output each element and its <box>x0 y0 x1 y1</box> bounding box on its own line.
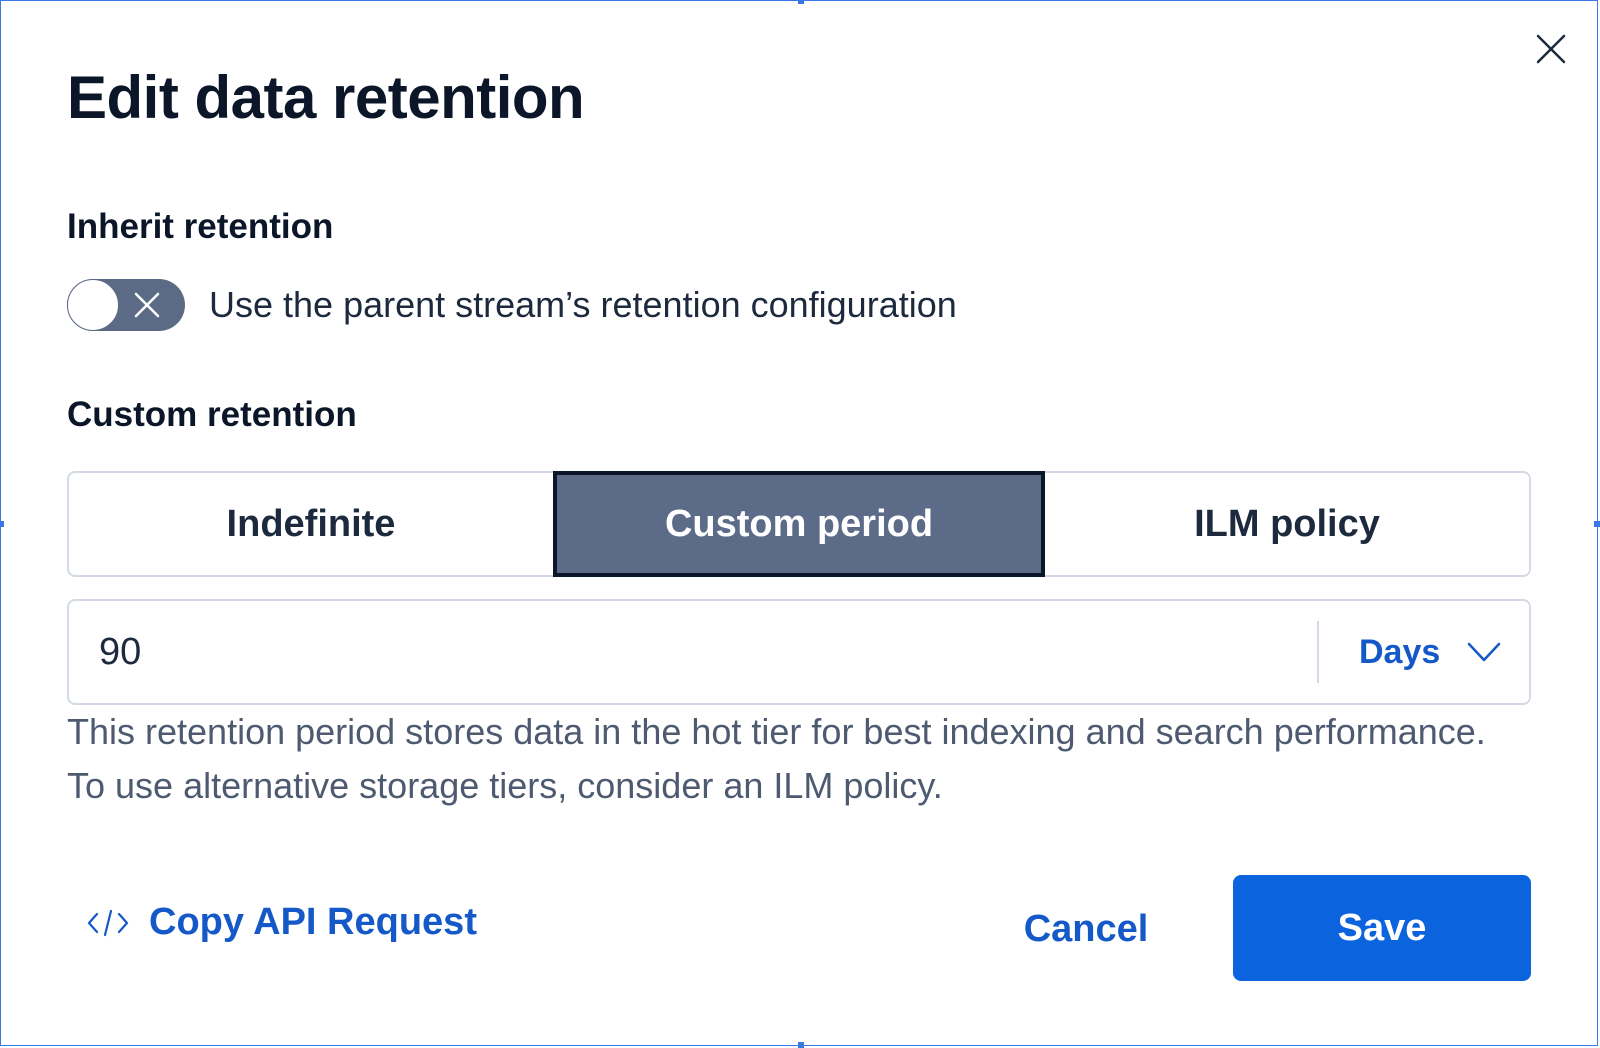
toggle-knob <box>67 279 119 331</box>
save-button[interactable]: Save <box>1233 875 1531 981</box>
resize-handle-left[interactable] <box>0 521 4 527</box>
retention-period-input[interactable] <box>69 600 1317 704</box>
resize-handle-bottom[interactable] <box>798 1042 804 1048</box>
retention-help-text: This retention period stores data in the… <box>67 711 1486 806</box>
option-ilm-policy[interactable]: ILM policy <box>1045 473 1529 575</box>
close-button[interactable] <box>1531 29 1571 69</box>
option-custom-period[interactable]: Custom period <box>553 471 1045 577</box>
inherit-toggle-row: Use the parent stream’s retention config… <box>67 279 957 331</box>
edit-retention-modal: Edit data retention Inherit retention Us… <box>0 0 1600 1048</box>
copy-api-request-label: Copy API Request <box>149 901 477 943</box>
inherit-retention-heading: Inherit retention <box>67 207 334 246</box>
custom-retention-heading: Custom retention <box>67 395 357 434</box>
option-indefinite[interactable]: Indefinite <box>69 473 553 575</box>
chevron-down-icon <box>1468 642 1501 662</box>
resize-handle-right[interactable] <box>1594 521 1600 527</box>
inherit-retention-toggle[interactable] <box>67 279 185 331</box>
inherit-toggle-label: Use the parent stream’s retention config… <box>209 284 957 325</box>
code-icon <box>87 909 129 936</box>
close-icon <box>1536 34 1566 64</box>
unit-select[interactable]: Days <box>1319 601 1529 703</box>
unit-select-value: Days <box>1359 632 1441 671</box>
copy-api-request-link[interactable]: Copy API Request <box>87 901 477 944</box>
period-input-group: Days <box>67 599 1531 705</box>
cancel-button[interactable]: Cancel <box>1001 901 1171 957</box>
retention-type-selector: Indefinite Custom period ILM policy <box>67 471 1531 577</box>
resize-handle-top[interactable] <box>798 0 804 4</box>
toggle-off-icon <box>134 292 160 318</box>
modal-title: Edit data retention <box>67 64 585 131</box>
